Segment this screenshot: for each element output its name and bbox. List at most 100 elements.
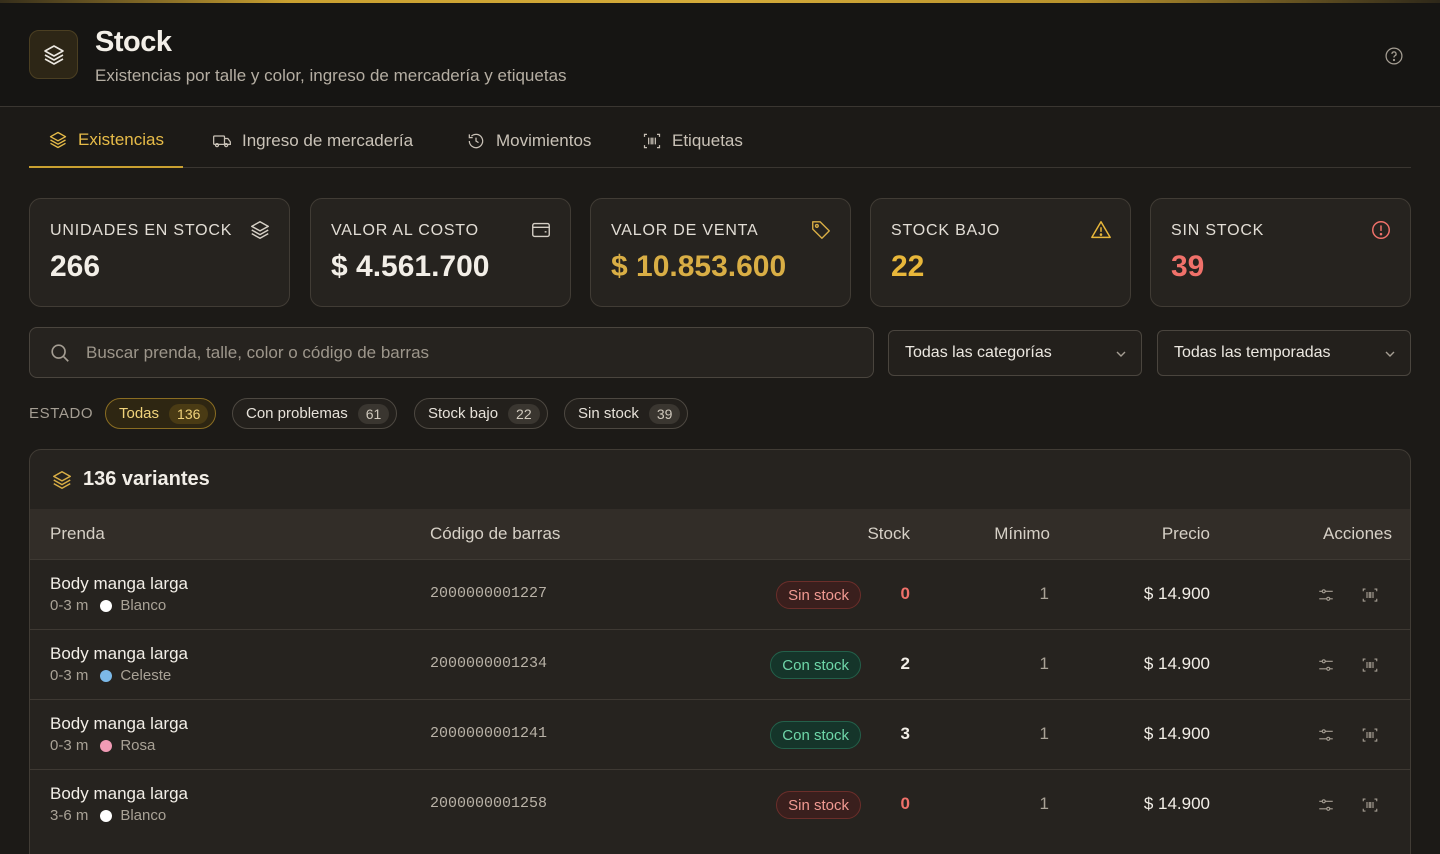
barcode-icon bbox=[643, 133, 661, 149]
wallet-icon bbox=[532, 222, 550, 238]
page-header: Stock Existencias por talle y color, ing… bbox=[0, 3, 1440, 107]
item-size: 0-3 m bbox=[50, 667, 89, 684]
search-input[interactable] bbox=[86, 328, 846, 377]
warning-icon bbox=[1091, 221, 1111, 239]
col-barcode: Código de barras bbox=[430, 524, 561, 543]
stat-value: 22 bbox=[891, 250, 925, 283]
stat-card-units: UNIDADES EN STOCK 266 bbox=[29, 198, 290, 307]
barcode-icon[interactable] bbox=[1361, 796, 1379, 814]
season-select[interactable]: Todas las temporadas bbox=[1157, 330, 1411, 376]
tab-movimientos[interactable]: Movimientos bbox=[447, 114, 610, 168]
item-color: Celeste bbox=[120, 667, 172, 684]
stat-value: 266 bbox=[50, 250, 101, 283]
barcode-value: 2000000001234 bbox=[430, 655, 548, 672]
stat-card-out-of-stock: SIN STOCK 39 bbox=[1150, 198, 1411, 307]
stat-label: UNIDADES EN STOCK bbox=[50, 222, 233, 239]
status-badge: Sin stock bbox=[776, 581, 861, 609]
chevron-down-icon bbox=[1385, 351, 1395, 357]
stat-card-low-stock: STOCK BAJO 22 bbox=[870, 198, 1131, 307]
layers-icon bbox=[53, 470, 71, 489]
chip-count: 136 bbox=[169, 403, 209, 424]
price-value: $ 14.900 bbox=[1143, 654, 1210, 673]
history-icon bbox=[468, 133, 484, 149]
chip-con-problemas[interactable]: Con problemas 61 bbox=[232, 398, 398, 429]
price-value: $ 14.900 bbox=[1143, 794, 1210, 813]
barcode-icon[interactable] bbox=[1361, 656, 1379, 674]
tab-ingreso[interactable]: Ingreso de mercadería bbox=[193, 114, 432, 168]
stat-value: 39 bbox=[1171, 250, 1205, 283]
stock-value: 0 bbox=[900, 794, 910, 813]
item-size: 0-3 m bbox=[50, 737, 89, 754]
min-value: 1 bbox=[1039, 794, 1049, 813]
chip-label: Sin stock bbox=[578, 405, 639, 422]
stock-value: 3 bbox=[900, 724, 910, 743]
logo-badge bbox=[29, 30, 78, 79]
table-row: Body manga larga 0-3 m Blanco 2000000001… bbox=[30, 559, 1410, 629]
adjust-icon[interactable] bbox=[1317, 586, 1335, 604]
adjust-icon[interactable] bbox=[1317, 726, 1335, 744]
alert-circle-icon bbox=[1372, 221, 1390, 239]
tab-label: Movimientos bbox=[496, 131, 592, 150]
item-size: 3-6 m bbox=[50, 807, 89, 824]
stat-card-sale: VALOR DE VENTA $ 10.853.600 bbox=[590, 198, 851, 307]
barcode-icon[interactable] bbox=[1361, 586, 1379, 604]
item-meta: 3-6 m Blanco bbox=[50, 807, 166, 824]
item-size: 0-3 m bbox=[50, 597, 89, 614]
layers-icon bbox=[49, 131, 67, 149]
tab-existencias[interactable]: Existencias bbox=[29, 114, 183, 168]
tab-bar: Existencias Ingreso de mercadería Movimi… bbox=[29, 114, 1411, 168]
stat-value: $ 4.561.700 bbox=[331, 250, 490, 283]
tab-etiquetas[interactable]: Etiquetas bbox=[623, 114, 762, 168]
color-swatch bbox=[100, 669, 113, 682]
chip-todas[interactable]: Todas 136 bbox=[105, 398, 217, 429]
table-row: Body manga larga 3-6 m Blanco 2000000001… bbox=[30, 769, 1410, 839]
chip-count: 39 bbox=[648, 403, 681, 424]
item-meta: 0-3 m Blanco bbox=[50, 597, 166, 614]
col-actions: Acciones bbox=[1323, 524, 1392, 543]
barcode-value: 2000000001241 bbox=[430, 725, 548, 742]
item-color: Rosa bbox=[120, 737, 156, 754]
variants-panel: 136 variantes Prenda Código de barras St… bbox=[29, 449, 1411, 854]
chip-label: Todas bbox=[119, 405, 160, 422]
chevron-down-icon bbox=[1116, 351, 1126, 357]
col-stock: Stock bbox=[867, 524, 910, 543]
item-name: Body manga larga bbox=[50, 644, 188, 663]
stock-value: 0 bbox=[900, 584, 910, 603]
layers-icon bbox=[251, 221, 269, 239]
tab-label: Etiquetas bbox=[672, 131, 743, 150]
stat-label: STOCK BAJO bbox=[891, 222, 1001, 239]
stat-label: VALOR DE VENTA bbox=[611, 222, 759, 239]
stat-value: $ 10.853.600 bbox=[611, 250, 787, 283]
category-select[interactable]: Todas las categorías bbox=[888, 330, 1142, 376]
chip-label: Stock bajo bbox=[428, 405, 499, 422]
category-select-value: Todas las categorías bbox=[905, 344, 1052, 361]
barcode-icon[interactable] bbox=[1361, 726, 1379, 744]
tab-label: Existencias bbox=[78, 130, 164, 149]
status-badge: Con stock bbox=[770, 651, 861, 679]
help-circle-icon[interactable] bbox=[1384, 46, 1404, 66]
adjust-icon[interactable] bbox=[1317, 656, 1335, 674]
item-color: Blanco bbox=[120, 807, 167, 824]
status-filter-label: ESTADO bbox=[29, 405, 94, 422]
stock-value: 2 bbox=[900, 654, 910, 673]
min-value: 1 bbox=[1039, 724, 1049, 743]
layers-icon bbox=[43, 44, 64, 65]
min-value: 1 bbox=[1039, 584, 1049, 603]
chip-label: Con problemas bbox=[246, 405, 348, 422]
chip-count: 61 bbox=[357, 403, 390, 424]
table-row: Body manga larga 0-3 m Celeste 200000000… bbox=[30, 629, 1410, 699]
chip-sin-stock[interactable]: Sin stock 39 bbox=[564, 398, 689, 429]
stat-label: VALOR AL COSTO bbox=[331, 222, 479, 239]
page-subtitle: Existencias por talle y color, ingreso d… bbox=[95, 66, 567, 85]
item-name: Body manga larga bbox=[50, 784, 188, 803]
adjust-icon[interactable] bbox=[1317, 796, 1335, 814]
chip-count: 22 bbox=[508, 403, 540, 424]
truck-icon bbox=[213, 135, 231, 148]
col-price: Precio bbox=[1161, 524, 1210, 543]
tab-label: Ingreso de mercadería bbox=[242, 131, 414, 150]
chip-stock-bajo[interactable]: Stock bajo 22 bbox=[414, 398, 548, 429]
search-icon bbox=[51, 344, 69, 362]
color-swatch bbox=[100, 809, 113, 822]
barcode-value: 2000000001258 bbox=[430, 795, 548, 812]
tag-icon bbox=[812, 221, 830, 239]
